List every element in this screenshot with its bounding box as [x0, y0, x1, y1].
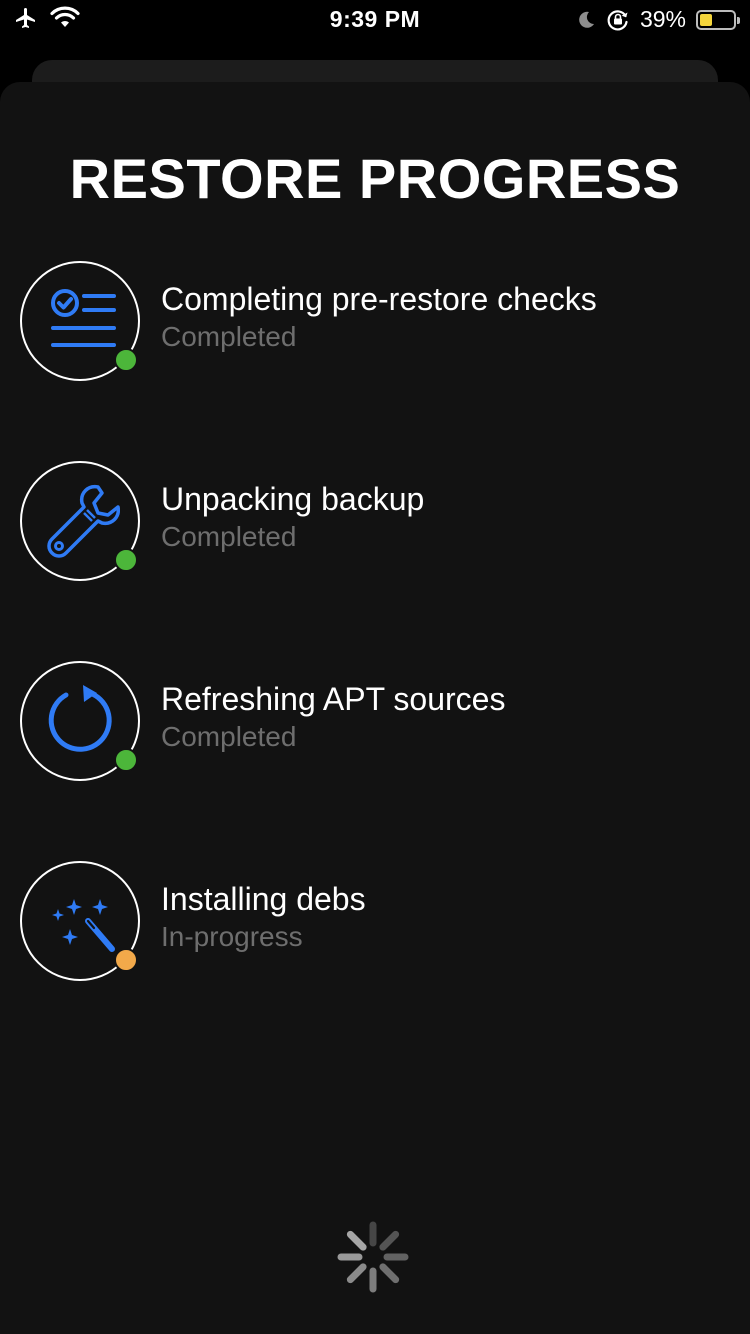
- battery-percent: 39%: [639, 6, 686, 32]
- spinner-spoke: [346, 1263, 367, 1284]
- spinner-spoke: [346, 1230, 367, 1251]
- step-title: Refreshing APT sources: [161, 681, 506, 717]
- magic-wand-icon: [52, 899, 115, 952]
- step-installing-debs: Installing debs In-progress: [20, 861, 720, 981]
- step-unpacking-backup: Unpacking backup Completed: [20, 461, 720, 581]
- step-title: Installing debs: [161, 881, 366, 917]
- page-title: RESTORE PROGRESS: [69, 147, 681, 210]
- battery-level-fill: [700, 13, 712, 26]
- step-title: Completing pre-restore checks: [161, 281, 597, 317]
- step-status: In-progress: [161, 921, 303, 952]
- rotation-lock-icon: [607, 9, 628, 30]
- step-refreshing-apt-sources: Refreshing APT sources Completed: [20, 661, 720, 781]
- status-right: 39%: [576, 6, 740, 33]
- step-status: Completed: [161, 721, 297, 752]
- moon-icon: [579, 11, 594, 28]
- step-status: Completed: [161, 521, 297, 552]
- battery-icon: [696, 9, 740, 30]
- spinner-icon: [337, 1221, 409, 1293]
- step-title: Unpacking backup: [161, 481, 425, 517]
- status-bar: 9:39 PM 39%: [0, 0, 750, 40]
- status-dot-in-progress: [114, 948, 138, 972]
- status-dot-completed: [114, 348, 138, 372]
- status-dot-completed: [114, 748, 138, 772]
- refresh-icon: [48, 685, 112, 752]
- step-status: Completed: [161, 321, 297, 352]
- step-pre-restore-checks: Completing pre-restore checks Completed: [20, 261, 720, 381]
- status-dot-completed: [114, 548, 138, 572]
- battery-cap: [737, 16, 740, 24]
- restore-progress-screen: 9:39 PM 39% RESTORE PROGRESS Completing …: [0, 0, 750, 1334]
- spinner-spoke: [379, 1230, 400, 1251]
- checklist-icon: [51, 289, 116, 347]
- wrench-icon: [47, 484, 120, 558]
- spinner-spoke: [379, 1263, 400, 1284]
